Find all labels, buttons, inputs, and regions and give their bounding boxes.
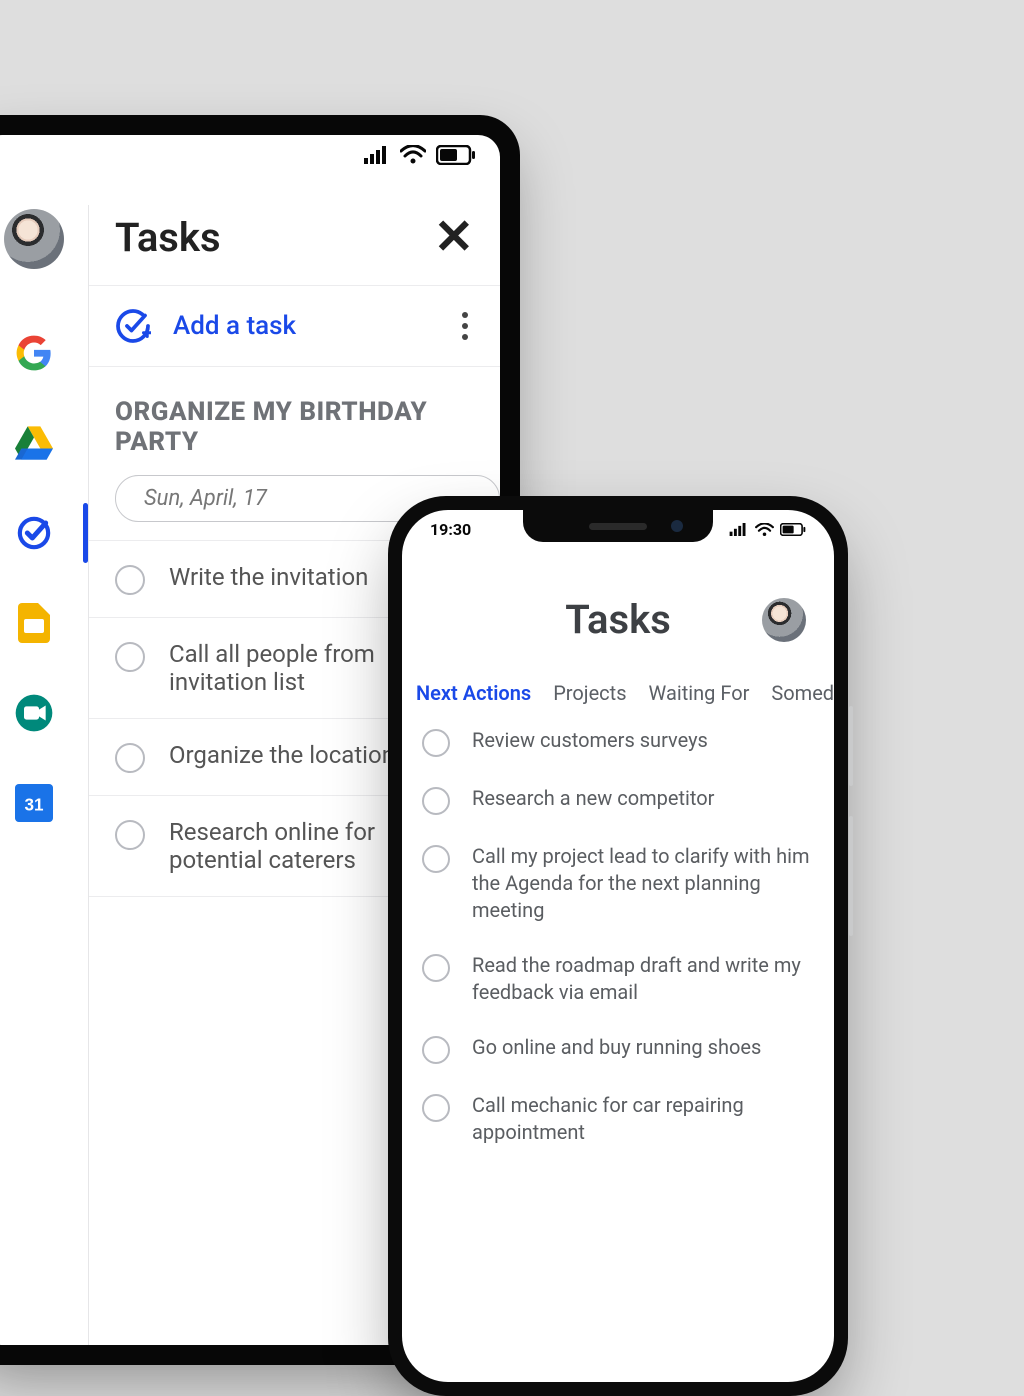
task-checkbox[interactable] [422, 729, 450, 757]
task-label: Read the roadmap draft and write my feed… [472, 952, 814, 1006]
phone-status-bar: 19:30 [402, 520, 834, 539]
meet-icon [14, 693, 54, 733]
task-label: Organize the location [169, 741, 395, 769]
task-checkbox[interactable] [422, 1036, 450, 1064]
sidebar-item-meet[interactable] [10, 689, 58, 737]
add-task-button[interactable]: Add a task [115, 308, 296, 344]
svg-text:31: 31 [24, 796, 44, 815]
sidebar: 31 [0, 205, 88, 1345]
wifi-icon [755, 523, 774, 537]
status-time: 19:30 [430, 520, 471, 539]
task-label: Research a new competitor [472, 785, 714, 812]
cellular-icon [729, 523, 749, 536]
close-button[interactable]: ✕ [434, 213, 474, 261]
more-menu-button[interactable] [456, 306, 474, 346]
sidebar-item-drive[interactable] [10, 419, 58, 467]
task-row[interactable]: Call my project lead to clarify with him… [422, 843, 814, 924]
section-title: ORGANIZE MY BIRTHDAY PARTY [89, 367, 500, 471]
drive-icon [15, 426, 53, 460]
phone-device: 19:30 Tasks Next Actions Projects Waitin… [388, 496, 848, 1396]
tab-waiting-for[interactable]: Waiting For [649, 681, 750, 705]
task-checkbox[interactable] [422, 845, 450, 873]
task-row[interactable]: Read the roadmap draft and write my feed… [422, 952, 814, 1006]
task-row[interactable]: Review customers surveys [422, 727, 814, 757]
avatar[interactable] [4, 209, 64, 269]
google-icon [15, 334, 53, 372]
task-row[interactable]: Go online and buy running shoes [422, 1034, 814, 1064]
cellular-icon [364, 146, 390, 164]
task-checkbox[interactable] [115, 565, 145, 595]
page-title: Tasks [115, 214, 221, 261]
add-task-row: Add a task [89, 285, 500, 367]
add-task-label: Add a task [173, 311, 296, 341]
task-row[interactable]: Call mechanic for car repairing appointm… [422, 1092, 814, 1146]
wifi-icon [400, 145, 426, 165]
tabs: Next Actions Projects Waiting For Someda… [402, 669, 834, 721]
sidebar-item-google[interactable] [10, 329, 58, 377]
tab-someday[interactable]: Someday [771, 681, 834, 705]
sidebar-item-calendar[interactable]: 31 [10, 779, 58, 827]
task-checkbox[interactable] [115, 743, 145, 773]
sidebar-item-tasks[interactable] [10, 509, 58, 557]
phone-task-list: Review customers surveys Research a new … [402, 721, 834, 1152]
task-row[interactable]: Research a new competitor [422, 785, 814, 815]
phone-title: Tasks [565, 596, 671, 643]
tab-next-actions[interactable]: Next Actions [416, 681, 531, 705]
task-checkbox[interactable] [422, 954, 450, 982]
tab-projects[interactable]: Projects [553, 681, 626, 705]
task-checkbox[interactable] [115, 642, 145, 672]
calendar-icon: 31 [15, 784, 53, 822]
add-task-icon [115, 308, 151, 344]
phone-header: Tasks [402, 576, 834, 669]
task-label: Call mechanic for car repairing appointm… [472, 1092, 814, 1146]
phone-screen: 19:30 Tasks Next Actions Projects Waitin… [402, 510, 834, 1382]
battery-icon [780, 523, 806, 536]
tasks-icon [14, 513, 54, 553]
task-label: Go online and buy running shoes [472, 1034, 761, 1061]
task-checkbox[interactable] [115, 820, 145, 850]
tablet-status-bar [364, 145, 476, 165]
task-label: Write the invitation [169, 563, 368, 591]
sidebar-item-slides[interactable] [10, 599, 58, 647]
battery-icon [436, 145, 476, 165]
slides-icon [18, 603, 50, 643]
task-label: Call my project lead to clarify with him… [472, 843, 814, 924]
task-label: Review customers surveys [472, 727, 708, 754]
task-checkbox[interactable] [422, 787, 450, 815]
avatar[interactable] [762, 598, 806, 642]
task-checkbox[interactable] [422, 1094, 450, 1122]
